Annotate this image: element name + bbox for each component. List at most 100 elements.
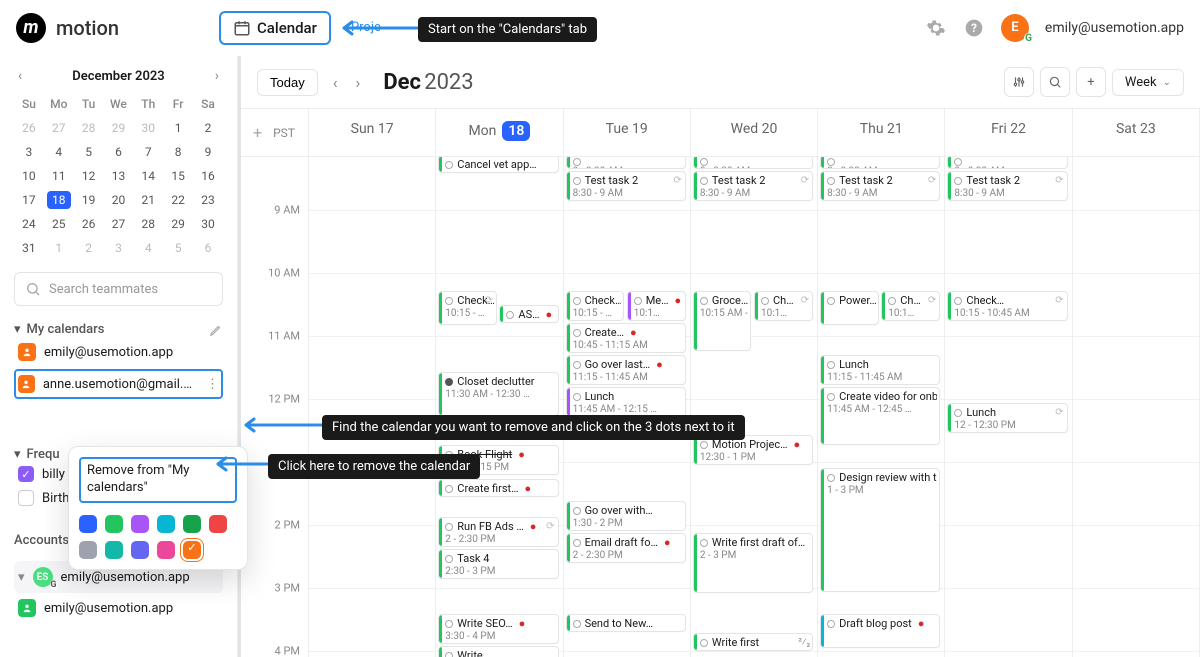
- view-selector[interactable]: Week⌄: [1112, 69, 1184, 96]
- mini-cal-day[interactable]: 5: [163, 236, 193, 260]
- mini-cal-day[interactable]: 4: [44, 140, 74, 164]
- calendar-event[interactable]: Power… t Pres…●: [820, 291, 879, 325]
- day-header-thu[interactable]: Thu 21: [818, 109, 944, 149]
- calendar-event[interactable]: Design review with team1 - 3 PM: [820, 468, 940, 592]
- calendar-event[interactable]: Create…●10:45 - 11:15 AM: [566, 323, 686, 353]
- mini-cal-day[interactable]: 28: [133, 212, 163, 236]
- search-teammates-input[interactable]: Search teammates: [14, 272, 223, 306]
- calendar-event[interactable]: Me…●10:1…: [627, 291, 686, 321]
- day-header-sun[interactable]: Sun 17: [309, 109, 435, 149]
- mini-cal-day[interactable]: 7: [133, 140, 163, 164]
- calendar-event[interactable]: Write first draft of…½2 - 3 PM: [693, 533, 813, 593]
- calendar-event[interactable]: Run FB Ads …●2 - 2:30 PM⟳: [438, 517, 558, 547]
- calendar-event[interactable]: Lunch12 - 12:30 PM⟳: [947, 403, 1067, 433]
- calendar-event[interactable]: AS…●: [499, 305, 558, 323]
- mini-cal-day[interactable]: 24: [14, 212, 44, 236]
- mini-cal-day[interactable]: 27: [44, 116, 74, 140]
- color-swatch[interactable]: [157, 515, 175, 533]
- mini-cal-day[interactable]: 6: [193, 236, 223, 260]
- color-swatch[interactable]: [157, 541, 175, 559]
- calendar-event[interactable]: Go over with…1:30 - 2 PM: [566, 501, 686, 531]
- day-header-mon[interactable]: Mon18: [436, 109, 562, 153]
- color-swatch[interactable]: [209, 515, 227, 533]
- mini-cal-day[interactable]: 22: [163, 188, 193, 212]
- calendar-event[interactable]: Ch…10:1…⟳: [754, 291, 813, 321]
- day-header-wed[interactable]: Wed 20: [691, 109, 817, 149]
- mini-cal-day[interactable]: 17: [14, 188, 44, 212]
- mini-cal-day[interactable]: 31: [14, 236, 44, 260]
- mini-cal-prev[interactable]: ‹: [14, 66, 26, 86]
- calendar-event[interactable]: Send to New…: [566, 614, 686, 632]
- mini-cal-day[interactable]: 26: [74, 212, 104, 236]
- mini-cal-day[interactable]: 29: [163, 212, 193, 236]
- calendar-event[interactable]: 8 - 8:30 AM: [566, 157, 686, 169]
- mini-cal-day[interactable]: 2: [74, 236, 104, 260]
- pencil-icon[interactable]: [209, 323, 223, 337]
- calendar-grid-body[interactable]: 9 AM10 AM11 AM12 PM1 PM2 PM3 PM4 PM Canc…: [241, 157, 1200, 657]
- checkbox[interactable]: ✓: [18, 466, 34, 482]
- calendar-event[interactable]: Create video for onboarding11:45 AM - 12…: [820, 387, 940, 445]
- mini-cal-day[interactable]: 21: [133, 188, 163, 212]
- calendar-event[interactable]: Closet declutter11:30 AM - 12:30 …: [438, 372, 558, 416]
- color-swatch[interactable]: [79, 515, 97, 533]
- mini-cal-day[interactable]: 25: [44, 212, 74, 236]
- mini-cal-day[interactable]: 20: [104, 188, 134, 212]
- mini-cal-day[interactable]: 28: [74, 116, 104, 140]
- mini-cal-day[interactable]: 15: [163, 164, 193, 188]
- calendar-event[interactable]: Test task 28:30 - 9 AM⟳: [693, 171, 813, 201]
- prev-week-button[interactable]: ‹: [330, 73, 341, 92]
- color-swatch[interactable]: [131, 515, 149, 533]
- calendar-item[interactable]: anne.usemotion@gmail.com⋮: [14, 369, 223, 399]
- calendar-event[interactable]: Lunch11:15 - 11:45 AM: [820, 355, 940, 385]
- tab-calendar[interactable]: Calendar: [219, 11, 331, 45]
- mini-cal-day[interactable]: 6: [104, 140, 134, 164]
- mini-cal-day[interactable]: 1: [44, 236, 74, 260]
- mini-cal-day[interactable]: 23: [193, 188, 223, 212]
- color-swatch[interactable]: ✓: [183, 541, 201, 559]
- checkbox[interactable]: [18, 490, 34, 506]
- calendar-item[interactable]: emily@usemotion.app: [14, 337, 223, 367]
- mini-cal-day[interactable]: 1: [163, 116, 193, 140]
- calendar-event[interactable]: Create first…●: [438, 479, 558, 497]
- mini-cal-day[interactable]: 14: [133, 164, 163, 188]
- mini-cal-day[interactable]: 12: [74, 164, 104, 188]
- today-button[interactable]: Today: [257, 69, 318, 96]
- mini-cal-day[interactable]: 5: [74, 140, 104, 164]
- calendar-event[interactable]: Test task 28:30 - 9 AM⟳: [566, 171, 686, 201]
- help-icon[interactable]: ?: [963, 17, 985, 39]
- mini-cal-day[interactable]: 18: [44, 188, 74, 212]
- calendar-event[interactable]: Write first²⁄₂: [693, 633, 813, 651]
- calendar-event[interactable]: Lunch11:45 AM - 12:15 …: [566, 387, 686, 417]
- calendar-event[interactable]: Task 42:30 - 3 PM: [438, 549, 558, 579]
- day-header-tue[interactable]: Tue 19: [564, 109, 690, 149]
- color-swatch[interactable]: [131, 541, 149, 559]
- mini-cal-day[interactable]: 30: [193, 212, 223, 236]
- calendar-event[interactable]: Ch…10:1…⟳: [881, 291, 940, 321]
- filter-button[interactable]: [1004, 67, 1034, 97]
- color-swatch[interactable]: [183, 515, 201, 533]
- mini-cal-day[interactable]: 11: [44, 164, 74, 188]
- calendar-event[interactable]: Test task 28:30 - 9 AM⟳: [820, 171, 940, 201]
- calendar-event[interactable]: Email draft fo…●2 - 2:30 PM: [566, 533, 686, 563]
- mini-calendar[interactable]: SuMoTuWeThFrSa 2627282930123456789101112…: [14, 92, 223, 260]
- more-icon[interactable]: ⋮: [206, 377, 219, 392]
- add-event-button[interactable]: +: [253, 123, 262, 142]
- my-calendars-header[interactable]: ▾ My calendars: [14, 322, 223, 337]
- add-button[interactable]: +: [1076, 67, 1106, 97]
- mini-cal-day[interactable]: 9: [193, 140, 223, 164]
- calendar-event[interactable]: Test task 28:30 - 9 AM⟳: [947, 171, 1067, 201]
- calendar-event[interactable]: Draft blog post●: [820, 614, 940, 648]
- user-avatar[interactable]: EG: [1001, 14, 1029, 42]
- color-swatch[interactable]: [105, 541, 123, 559]
- calendar-event[interactable]: Check…10:15 - …: [566, 291, 625, 321]
- next-week-button[interactable]: ›: [353, 73, 364, 92]
- settings-icon[interactable]: [925, 17, 947, 39]
- calendar-event[interactable]: Check…10:15 - …⟳: [438, 291, 497, 325]
- calendar-event[interactable]: Cancel vet app…: [438, 157, 558, 173]
- calendar-event[interactable]: Check…10:15 - 10:45 AM⟳: [947, 291, 1067, 321]
- day-header-sat[interactable]: Sat 23: [1073, 109, 1199, 149]
- calendar-event[interactable]: 8 - 8:30 AM: [947, 157, 1067, 169]
- mini-cal-day[interactable]: 29: [104, 116, 134, 140]
- mini-cal-day[interactable]: 4: [133, 236, 163, 260]
- account-item[interactable]: emily@usemotion.app: [14, 593, 223, 623]
